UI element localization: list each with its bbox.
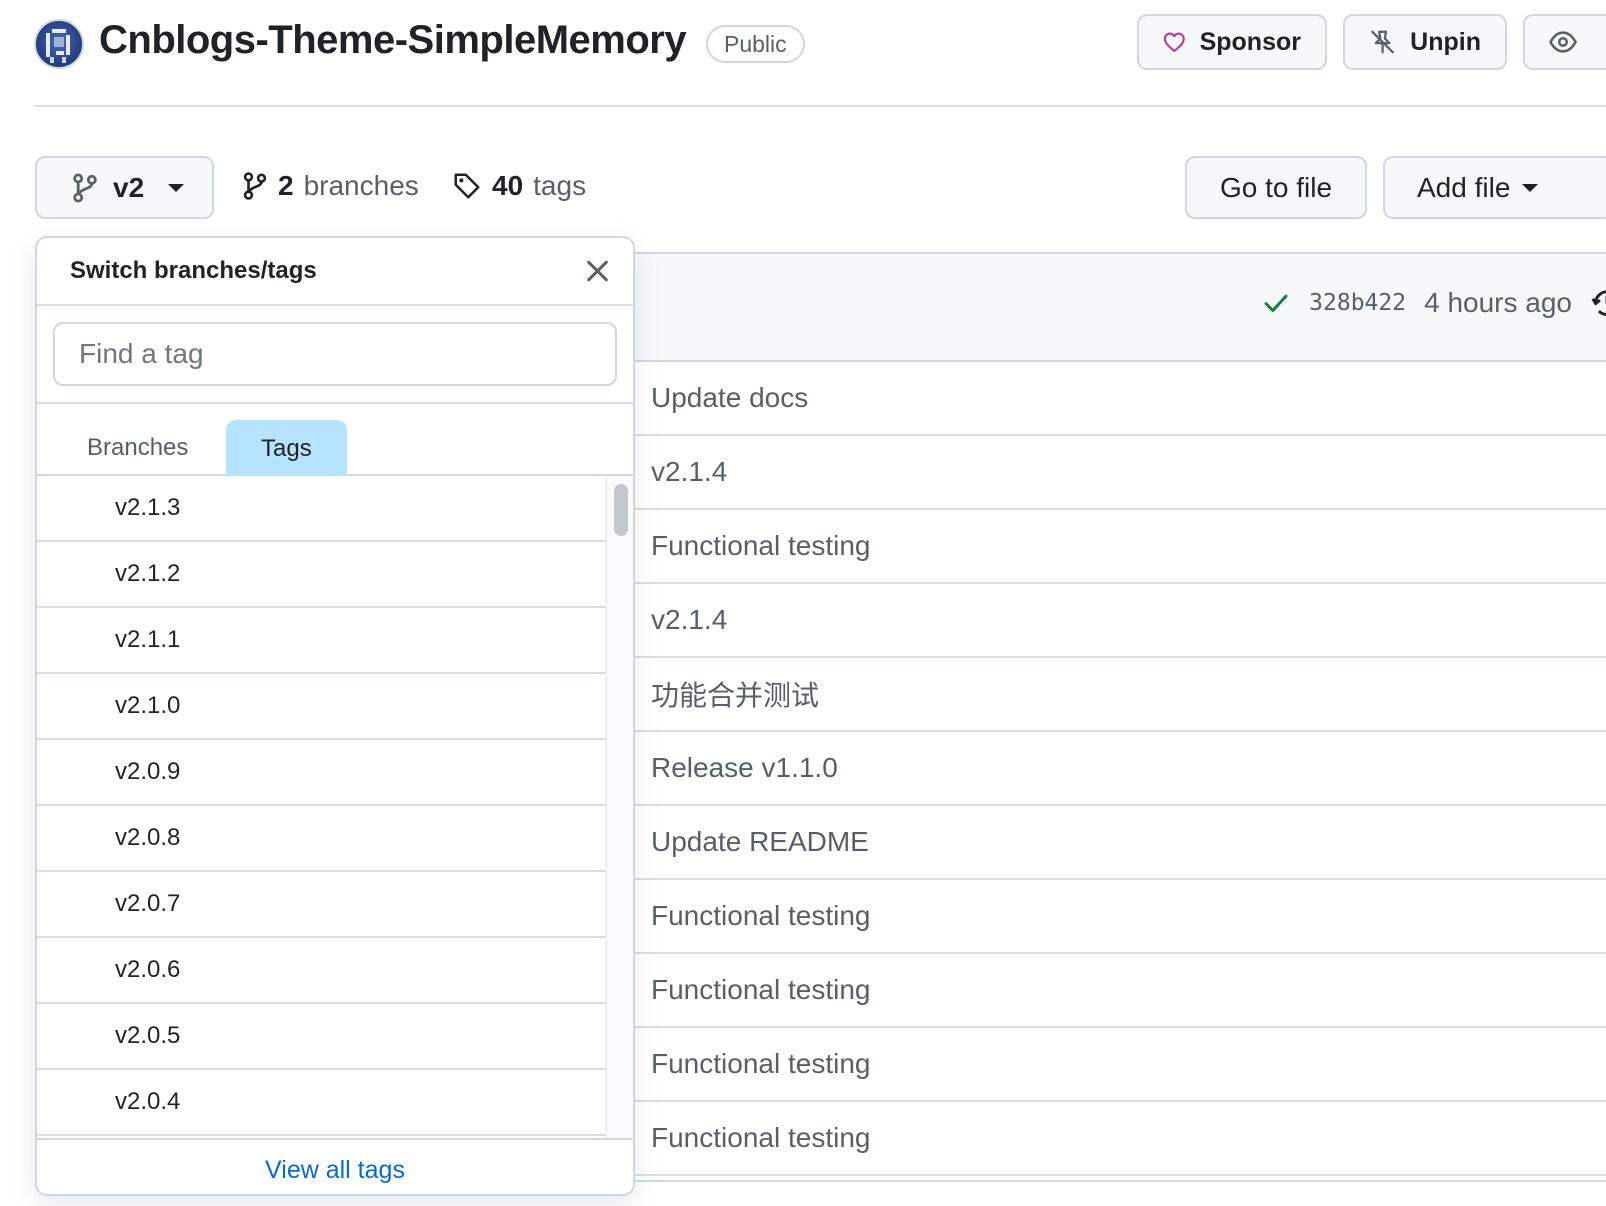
tag-icon <box>454 173 480 199</box>
commit-time: 4 hours ago <box>1424 287 1572 318</box>
tag-list-item[interactable]: v2.0.6 <box>37 938 609 1004</box>
sponsor-button[interactable]: Sponsor <box>1137 14 1327 70</box>
commit-info: 328b422 4 hours ago <box>1261 286 1606 320</box>
branches-link[interactable]: 2 branches <box>242 170 419 202</box>
file-row-commit-message[interactable]: Release v1.1.0 <box>614 732 1606 806</box>
file-row-commit-message[interactable]: v2.1.4 <box>614 436 1606 510</box>
repo-owner-avatar[interactable] <box>34 19 84 69</box>
scrollbar-thumb[interactable] <box>614 484 628 536</box>
popup-tabs: Branches Tags <box>37 404 633 476</box>
unpin-button[interactable]: Unpin <box>1343 14 1507 70</box>
file-row-commit-message[interactable]: Functional testing <box>614 954 1606 1028</box>
branches-count: 2 <box>278 170 294 201</box>
file-row-commit-message[interactable]: Functional testing <box>614 510 1606 584</box>
tab-branches[interactable]: Branches <box>54 420 221 476</box>
repo-title[interactable]: Cnblogs-Theme-SimpleMemory <box>99 18 687 63</box>
file-row-commit-message[interactable]: Functional testing <box>614 880 1606 954</box>
tag-list-item[interactable]: v2.1.1 <box>37 608 609 674</box>
tag-list-item[interactable]: v2.1.0 <box>37 674 609 740</box>
tag-list-item[interactable]: v2.0.5 <box>37 1004 609 1070</box>
pin-slash-icon <box>1371 30 1394 54</box>
history-icon[interactable] <box>1590 286 1606 320</box>
tags-count: 40 <box>492 170 524 201</box>
popup-header: Switch branches/tags <box>37 238 633 306</box>
tag-list: v2.1.3 v2.1.2 v2.1.1 v2.1.0 v2.0.9 v2.0.8 v2.0… <box>37 476 633 1138</box>
go-to-file-button[interactable]: Go to file <box>1185 156 1367 219</box>
file-row-commit-message[interactable]: Update README <box>614 806 1606 880</box>
heart-icon <box>1163 32 1185 52</box>
tag-list-item[interactable]: v2.1.2 <box>37 542 609 608</box>
chevron-down-icon <box>1522 183 1539 192</box>
branch-tag-switcher-popup: Switch branches/tags Branches Tags v2.1.… <box>35 236 635 1196</box>
git-branch-icon <box>73 173 97 202</box>
tags-link[interactable]: 40 tags <box>452 170 586 202</box>
file-row-list: Update docs v2.1.4 Functional testing v2.1.… <box>614 362 1606 1176</box>
popup-footer: View all tags <box>37 1138 633 1194</box>
visibility-badge: Public <box>706 25 805 63</box>
file-row-commit-message[interactable]: Functional testing <box>614 1102 1606 1176</box>
file-row-commit-message[interactable]: v2.1.4 <box>614 584 1606 658</box>
tags-label: tags <box>533 170 587 201</box>
chevron-down-icon <box>168 183 185 192</box>
tag-list-item[interactable]: v2.0.7 <box>37 872 609 938</box>
watch-button[interactable] <box>1523 14 1606 70</box>
popup-title: Switch branches/tags <box>70 257 317 284</box>
unpin-label: Unpin <box>1410 27 1481 56</box>
close-icon[interactable] <box>583 257 611 285</box>
tag-list-item[interactable]: v2.0.4 <box>37 1070 609 1136</box>
tag-list-item[interactable]: v2.0.8 <box>37 806 609 872</box>
branches-label: branches <box>303 170 419 201</box>
tag-list-item[interactable]: v2.1.3 <box>37 476 609 542</box>
header-divider <box>34 105 1606 107</box>
popup-filter <box>37 306 633 404</box>
current-branch-label: v2 <box>113 171 145 203</box>
eye-icon <box>1549 31 1577 53</box>
tag-list-item[interactable]: v2.0.9 <box>37 740 609 806</box>
find-tag-input[interactable] <box>53 322 617 386</box>
branch-selector-button[interactable]: v2 <box>35 156 214 219</box>
file-table: 328b422 4 hours ago Update docs v2.1.4 Fun… <box>612 252 1606 1182</box>
tab-tags[interactable]: Tags <box>226 420 347 476</box>
go-to-file-label: Go to file <box>1219 171 1333 203</box>
check-icon <box>1264 294 1288 312</box>
add-file-label: Add file <box>1417 171 1511 203</box>
add-file-button[interactable]: Add file <box>1383 156 1606 219</box>
file-row-commit-message[interactable]: Functional testing <box>614 1028 1606 1102</box>
git-branch-icon <box>243 172 267 200</box>
commit-hash-link[interactable]: 328b422 <box>1309 290 1406 316</box>
file-row-commit-message[interactable]: Update docs <box>614 362 1606 436</box>
latest-commit-bar: 328b422 4 hours ago <box>614 254 1606 362</box>
file-row-commit-message[interactable]: 功能合并测试 <box>614 658 1606 732</box>
tag-list-scrollbar[interactable] <box>605 476 633 1138</box>
view-all-tags-link[interactable]: View all tags <box>265 1156 405 1185</box>
sponsor-label: Sponsor <box>1199 27 1301 56</box>
